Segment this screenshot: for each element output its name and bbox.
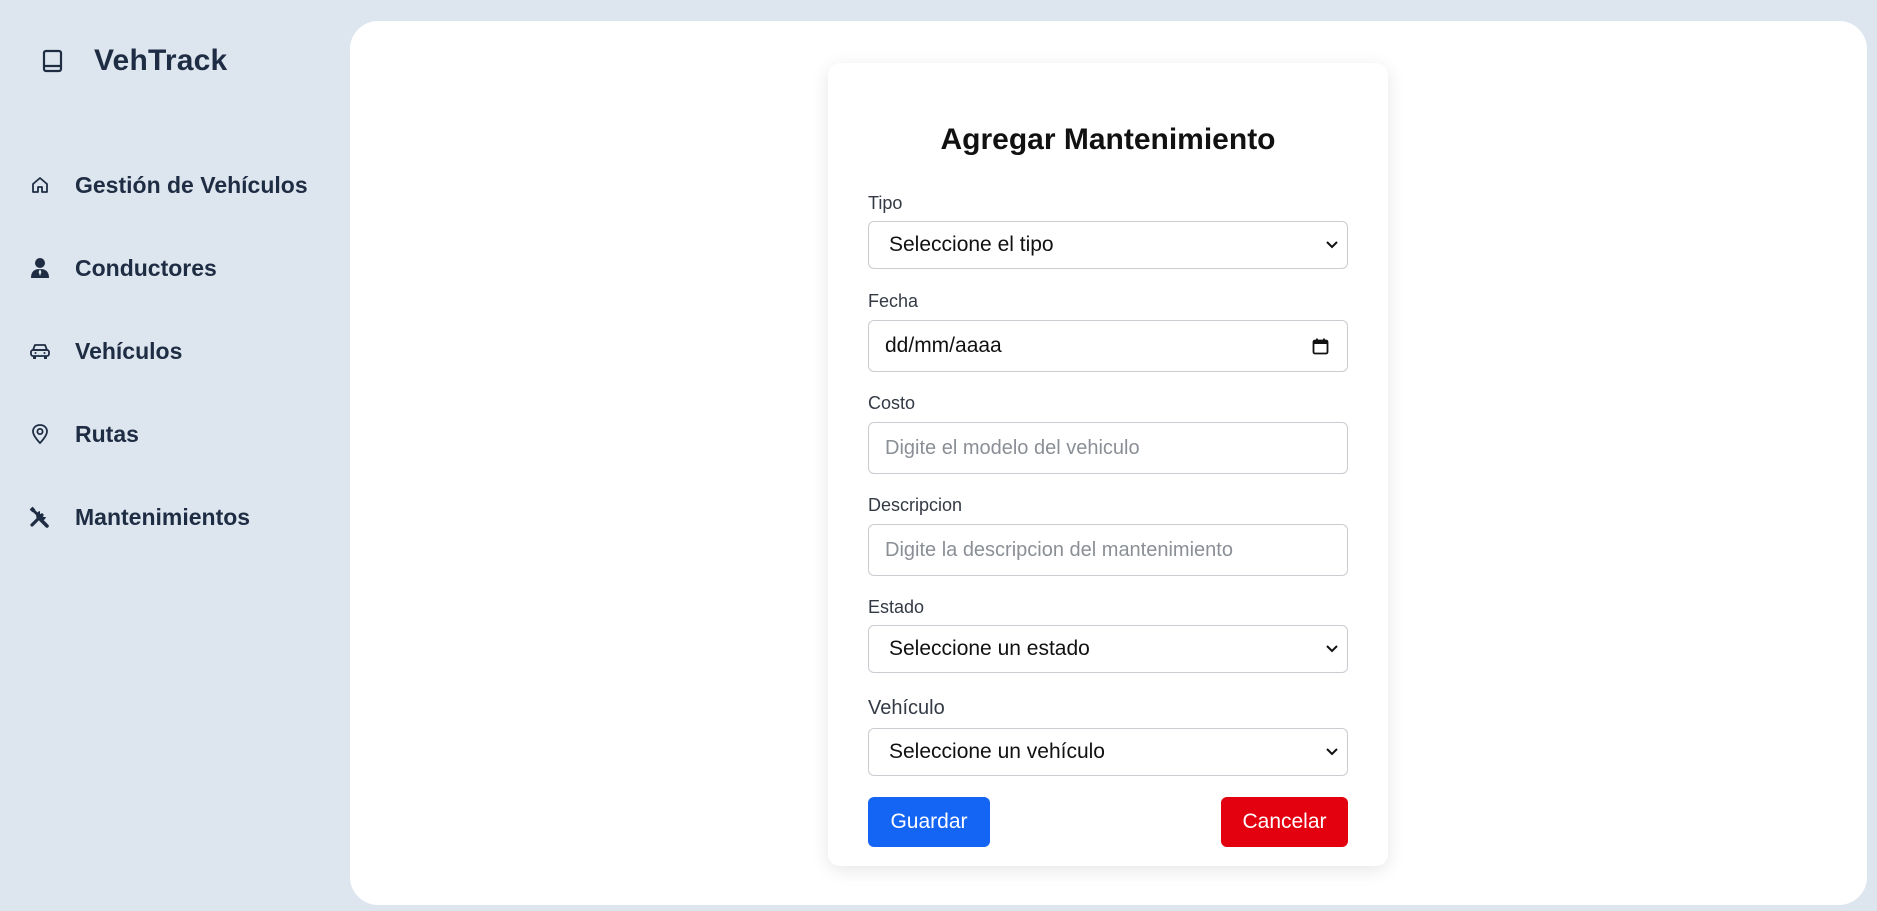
estado-select[interactable]: Seleccione un estado <box>868 625 1348 673</box>
costo-input-placeholder: Digite el modelo del vehiculo <box>885 436 1140 459</box>
descripcion-input-placeholder: Digite la descripcion del mantenimiento <box>885 538 1233 561</box>
fecha-label: Fecha <box>868 291 919 311</box>
fecha-input-value: dd/mm/aaaa <box>885 334 1002 357</box>
sidebar-item-gestion-vehiculos[interactable]: Gestión de Vehículos <box>28 164 348 206</box>
calendar-icon[interactable] <box>1311 337 1329 355</box>
estado-select-value: Seleccione un estado <box>889 637 1090 660</box>
app: VehTrack Gestión de Vehículos Conductore… <box>0 0 1877 911</box>
sidebar: VehTrack Gestión de Vehículos Conductore… <box>0 0 350 911</box>
brand[interactable]: VehTrack <box>40 44 227 78</box>
sidebar-item-mantenimientos[interactable]: Mantenimientos <box>28 496 348 538</box>
costo-label: Costo <box>868 393 916 413</box>
chevron-down-icon <box>1325 238 1339 252</box>
sidebar-item-label: Rutas <box>75 420 139 447</box>
maintenance-form-card: Agregar Mantenimiento Tipo Seleccione el… <box>828 63 1388 866</box>
sidebar-item-label: Conductores <box>75 254 217 281</box>
vehiculo-select[interactable]: Seleccione un vehículo <box>868 728 1348 776</box>
sidebar-item-label: Mantenimientos <box>75 503 251 530</box>
main-panel: Agregar Mantenimiento Tipo Seleccione el… <box>350 21 1867 905</box>
descripcion-label: Descripcion <box>868 495 963 515</box>
descripcion-input[interactable]: Digite la descripcion del mantenimiento <box>868 524 1348 576</box>
costo-input[interactable]: Digite el modelo del vehiculo <box>868 422 1348 474</box>
sidebar-item-label: Gestión de Vehículos <box>75 171 308 198</box>
cancel-button[interactable]: Cancelar <box>1221 797 1348 847</box>
sidebar-item-label: Vehículos <box>75 337 183 364</box>
sidebar-item-vehiculos[interactable]: Vehículos <box>28 330 348 372</box>
vehiculo-select-value: Seleccione un vehículo <box>889 740 1105 763</box>
car-icon <box>28 339 52 363</box>
estado-label: Estado <box>868 597 925 617</box>
home-icon <box>28 173 52 197</box>
user-tie-icon <box>28 256 52 280</box>
chevron-down-icon <box>1325 642 1339 656</box>
tipo-select[interactable]: Seleccione el tipo <box>868 221 1348 269</box>
tipo-label: Tipo <box>868 193 903 213</box>
brand-name: VehTrack <box>94 44 228 77</box>
chevron-down-icon <box>1325 745 1339 759</box>
save-button[interactable]: Guardar <box>868 797 990 847</box>
book-icon <box>40 48 66 74</box>
form-title: Agregar Mantenimiento <box>940 123 1276 156</box>
tools-icon <box>28 505 52 529</box>
vehiculo-label: Vehículo <box>868 697 945 719</box>
sidebar-item-conductores[interactable]: Conductores <box>28 247 348 289</box>
tipo-select-value: Seleccione el tipo <box>889 233 1054 256</box>
sidebar-nav: Gestión de Vehículos Conductores Vehícul… <box>28 164 348 579</box>
sidebar-item-rutas[interactable]: Rutas <box>28 413 348 455</box>
map-pin-icon <box>28 422 52 446</box>
fecha-input[interactable]: dd/mm/aaaa <box>868 320 1348 372</box>
